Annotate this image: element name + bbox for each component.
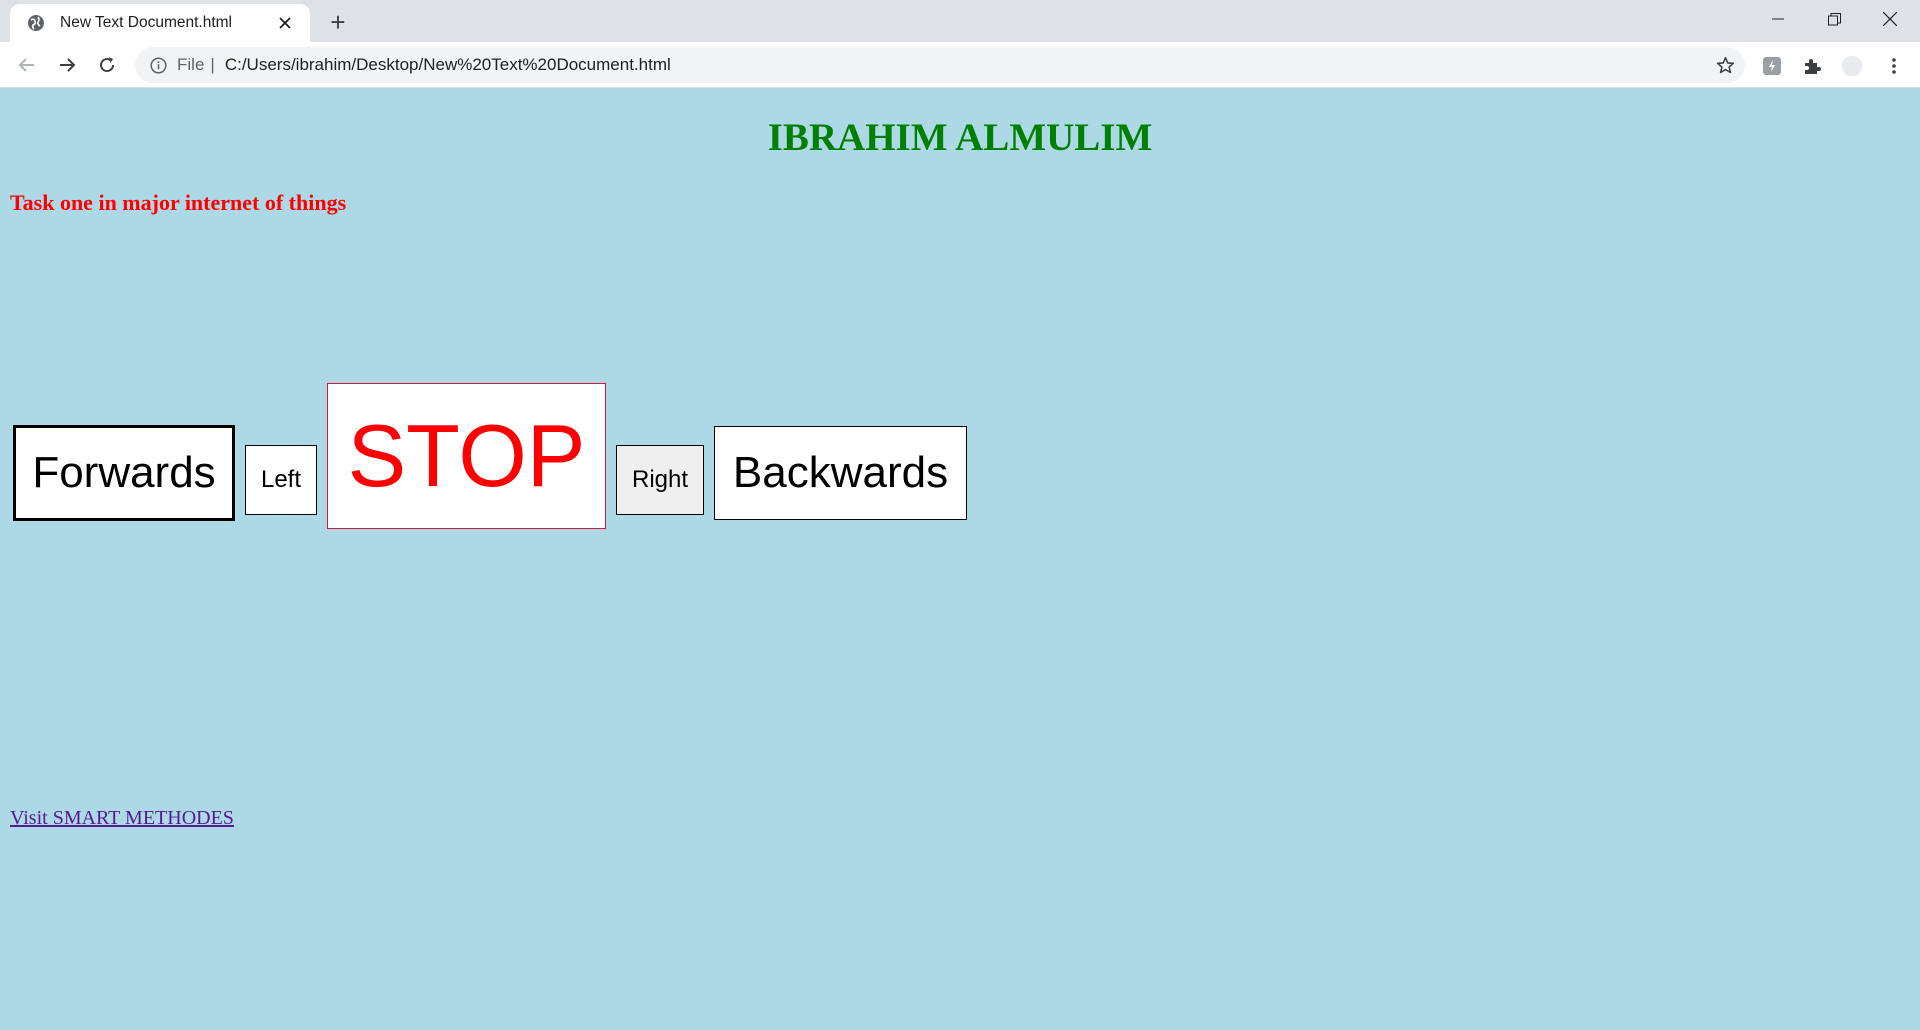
new-tab-button[interactable]: + (324, 7, 352, 37)
tab-strip: New Text Document.html + (0, 0, 1920, 42)
address-scheme-label: File (177, 55, 205, 74)
smart-methodes-link[interactable]: Visit SMART METHODES (10, 807, 234, 830)
menu-dots-icon[interactable] (1883, 55, 1905, 77)
puzzle-icon[interactable] (1801, 55, 1823, 77)
backwards-button[interactable]: Backwards (714, 426, 967, 520)
back-arrow-icon[interactable] (12, 50, 42, 80)
page-heading: IBRAHIM ALMULIM (767, 116, 1153, 159)
forward-arrow-icon[interactable] (52, 50, 82, 80)
profile-avatar-icon[interactable] (1841, 55, 1863, 77)
address-bar[interactable]: File | C:/Users/ibrahim/Desktop/New%20Te… (135, 47, 1745, 83)
bookmark-star-icon[interactable] (1715, 55, 1735, 75)
globe-icon (26, 13, 46, 33)
address-separator: | (210, 55, 215, 74)
stop-button[interactable]: STOP (327, 383, 606, 529)
tab-title: New Text Document.html (60, 14, 232, 31)
tab-close-icon[interactable] (274, 12, 296, 34)
reload-icon[interactable] (92, 50, 122, 80)
right-button[interactable]: Right (616, 445, 704, 515)
minimize-icon[interactable] (1750, 0, 1806, 38)
browser-tab[interactable]: New Text Document.html (10, 4, 310, 42)
left-button[interactable]: Left (245, 445, 317, 515)
info-icon[interactable] (149, 56, 167, 74)
page-content: IBRAHIM ALMULIM Task one in major intern… (0, 89, 1920, 1030)
address-url[interactable]: C:/Users/ibrahim/Desktop/New%20Text%20Do… (225, 55, 671, 75)
restore-icon[interactable] (1806, 0, 1862, 38)
forwards-button[interactable]: Forwards (13, 425, 235, 521)
browser-toolbar: File | C:/Users/ibrahim/Desktop/New%20Te… (0, 42, 1920, 88)
page-subheading: Task one in major internet of things (10, 190, 347, 215)
window-close-icon[interactable] (1862, 0, 1918, 38)
extension-icon[interactable] (1761, 55, 1783, 77)
